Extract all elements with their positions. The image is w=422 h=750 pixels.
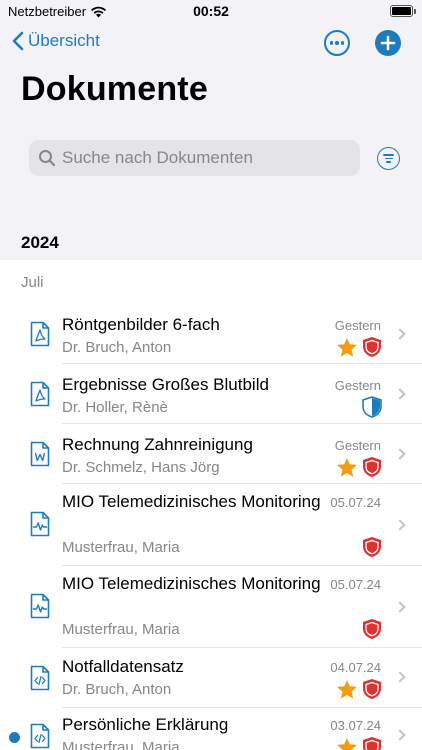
filter-line-icon <box>383 154 394 156</box>
document-date: Gestern <box>334 438 381 453</box>
search-icon <box>39 150 56 167</box>
shield-icon <box>363 737 381 750</box>
document-row[interactable]: MIO Telemedizinisches Monitoring Musterf… <box>0 484 422 566</box>
shield-icon <box>363 619 381 639</box>
search-input[interactable]: Suche nach Dokumenten <box>29 140 360 176</box>
code-icon <box>30 723 50 749</box>
document-title: MIO Telemedizinisches Monitoring <box>62 574 321 593</box>
document-title: Persönliche Erklärung <box>62 715 229 734</box>
chevron-left-icon <box>12 31 24 51</box>
document-badges <box>362 536 382 558</box>
plus-icon <box>380 35 396 51</box>
more-dot-icon <box>329 41 334 45</box>
document-title: Röntgenbilder 6-fach <box>62 315 220 334</box>
document-title: Ergebnisse Großes Blutbild <box>62 375 269 394</box>
add-document-button[interactable] <box>375 30 401 56</box>
pulse-icon <box>30 593 50 619</box>
document-list: Juli Röntgenbilder 6-fach Dr. Bruch, Ant… <box>0 260 422 750</box>
document-row[interactable]: Röntgenbilder 6-fach Dr. Bruch, Anton Ge… <box>0 304 422 364</box>
document-badges <box>336 678 382 700</box>
document-title: MIO Telemedizinisches Monitoring <box>62 492 321 511</box>
status-time: 00:52 <box>193 3 229 19</box>
document-title: Rechnung Zahnreinigung <box>62 435 253 454</box>
more-dot-icon <box>335 41 339 45</box>
shield-icon <box>363 537 381 557</box>
document-badges <box>362 618 382 640</box>
pdf-icon <box>30 381 50 407</box>
document-author: Dr. Holler, Rènè <box>62 399 168 416</box>
document-row[interactable]: Ergebnisse Großes Blutbild Dr. Holler, R… <box>0 364 422 424</box>
word-icon <box>30 441 50 467</box>
search-placeholder: Suche nach Dokumenten <box>62 148 253 167</box>
shield-icon <box>363 337 381 357</box>
nav-bar: Übersicht <box>0 28 422 60</box>
chevron-right-icon <box>394 519 406 531</box>
filter-line-icon <box>384 157 393 160</box>
year-section-header: 2024 <box>21 233 59 252</box>
star-icon <box>336 457 358 477</box>
document-date: 03.07.24 <box>330 718 381 733</box>
document-author: Musterfrau, Maria <box>62 621 180 638</box>
pulse-icon <box>30 511 50 537</box>
document-badges <box>336 456 382 478</box>
document-badges <box>336 736 382 750</box>
chevron-right-icon <box>394 601 406 613</box>
document-date: Gestern <box>334 318 381 333</box>
battery-tip <box>414 9 416 14</box>
document-badges <box>336 336 382 358</box>
document-row[interactable]: Notfalldatensatz Dr. Bruch, Anton 04.07.… <box>0 648 422 708</box>
unread-indicator <box>9 732 20 743</box>
back-button[interactable]: Übersicht <box>12 31 100 51</box>
battery-icon <box>390 5 413 17</box>
star-icon <box>336 679 358 699</box>
document-date: Gestern <box>334 378 381 393</box>
chevron-right-icon <box>394 448 406 460</box>
chevron-right-icon <box>394 328 406 340</box>
pdf-icon <box>30 321 50 347</box>
shield-icon <box>362 396 382 418</box>
document-author: Dr. Bruch, Anton <box>62 681 172 698</box>
document-author: Musterfrau, Maria <box>62 739 180 750</box>
chevron-right-icon <box>394 671 406 683</box>
document-date: 04.07.24 <box>330 660 381 675</box>
more-options-button[interactable] <box>324 30 350 56</box>
star-icon <box>336 737 358 750</box>
document-row[interactable]: MIO Telemedizinisches Monitoring Musterf… <box>0 566 422 648</box>
shield-icon <box>363 679 381 699</box>
document-row[interactable]: Persönliche Erklärung Musterfrau, Maria … <box>0 708 422 750</box>
back-button-label: Übersicht <box>28 31 100 50</box>
document-title: Notfalldatensatz <box>62 657 184 676</box>
document-date: 05.07.24 <box>330 577 381 592</box>
document-author: Dr. Bruch, Anton <box>62 339 172 356</box>
chevron-right-icon <box>394 729 406 741</box>
more-dot-icon <box>340 41 345 45</box>
filter-button[interactable] <box>377 147 400 170</box>
document-row[interactable]: Rechnung Zahnreinigung Dr. Schmelz, Hans… <box>0 424 422 484</box>
document-date: 05.07.24 <box>330 495 381 510</box>
document-author: Dr. Schmelz, Hans Jörg <box>62 459 220 476</box>
code-icon <box>30 665 50 691</box>
filter-line-icon <box>386 161 391 163</box>
month-section-header: Juli <box>21 274 44 291</box>
shield-icon <box>363 457 381 477</box>
chevron-right-icon <box>394 388 406 400</box>
document-badges <box>362 396 382 418</box>
status-bar: Netzbetreiber 00:52 <box>0 0 422 24</box>
page-title: Dokumente <box>21 70 208 108</box>
star-icon <box>336 337 358 357</box>
document-author: Musterfrau, Maria <box>62 539 180 556</box>
